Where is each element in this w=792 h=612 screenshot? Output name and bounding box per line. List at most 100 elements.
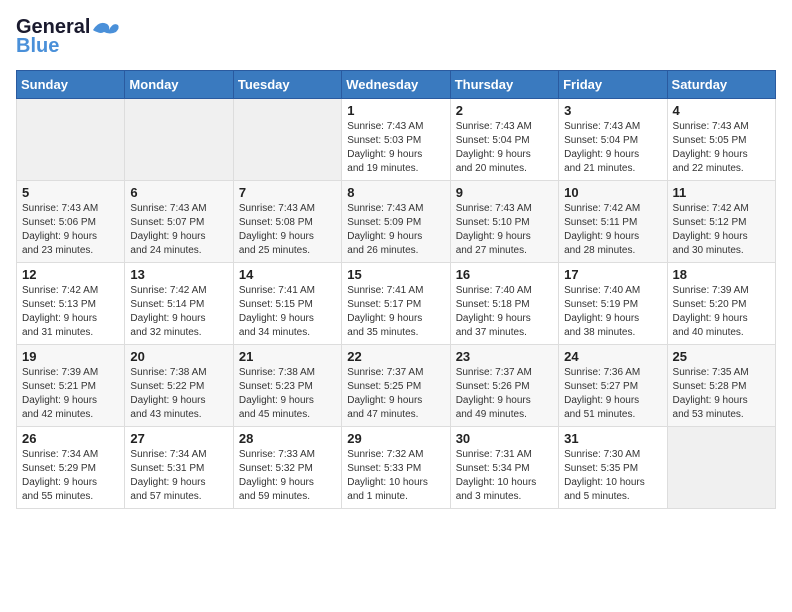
day-number: 17 [564,267,661,282]
day-number: 4 [673,103,770,118]
cell-content: Sunrise: 7:38 AM Sunset: 5:22 PM Dayligh… [130,366,227,422]
day-number: 20 [130,349,227,364]
calendar-cell: 11Sunrise: 7:42 AM Sunset: 5:12 PM Dayli… [667,181,775,263]
day-number: 10 [564,185,661,200]
day-number: 8 [347,185,444,200]
day-number: 6 [130,185,227,200]
day-number: 15 [347,267,444,282]
calendar-cell [233,99,341,181]
day-number: 27 [130,431,227,446]
cell-content: Sunrise: 7:43 AM Sunset: 5:07 PM Dayligh… [130,202,227,258]
cell-content: Sunrise: 7:43 AM Sunset: 5:04 PM Dayligh… [564,120,661,176]
cell-content: Sunrise: 7:31 AM Sunset: 5:34 PM Dayligh… [456,448,553,504]
calendar-cell: 23 Sunrise: 7:37 AM Sunset: 5:26 PM Dayli… [450,345,558,427]
day-number: 24 [564,349,661,364]
calendar-cell: 12 Sunrise: 7:42 AM Sunset: 5:13 PM Dayli… [17,263,125,345]
cell-content: Sunrise: 7:41 AM Sunset: 5:15 PM Dayligh… [239,284,336,340]
cell-content: Sunrise: 7:34 AM Sunset: 5:31 PM Dayligh… [130,448,227,504]
day-number: 30 [456,431,553,446]
cell-content: Sunrise: 7:36 AM Sunset: 5:27 PM Dayligh… [564,366,661,422]
calendar-cell: 28Sunrise: 7:33 AM Sunset: 5:32 PM Dayli… [233,427,341,509]
calendar-cell: 13Sunrise: 7:42 AM Sunset: 5:14 PM Dayli… [125,263,233,345]
day-number: 9 [456,185,553,200]
weekday-header-thursday: Thursday [450,71,558,99]
cell-content: Sunrise: 7:33 AM Sunset: 5:32 PM Dayligh… [239,448,336,504]
calendar-cell: 14 Sunrise: 7:41 AM Sunset: 5:15 PM Dayli… [233,263,341,345]
cell-content: Sunrise: 7:43 AM Sunset: 5:10 PM Dayligh… [456,202,553,258]
day-number: 19 [22,349,119,364]
calendar-cell: 31 Sunrise: 7:30 AM Sunset: 5:35 PM Dayli… [559,427,667,509]
cell-content: Sunrise: 7:41 AM Sunset: 5:17 PM Dayligh… [347,284,444,340]
calendar-cell: 7 Sunrise: 7:43 AM Sunset: 5:08 PM Daylig… [233,181,341,263]
cell-content: Sunrise: 7:37 AM Sunset: 5:25 PM Dayligh… [347,366,444,422]
weekday-header-friday: Friday [559,71,667,99]
day-number: 2 [456,103,553,118]
calendar-cell [17,99,125,181]
calendar-cell: 8 Sunrise: 7:43 AM Sunset: 5:09 PM Daylig… [342,181,450,263]
day-number: 1 [347,103,444,118]
calendar-cell: 4 Sunrise: 7:43 AM Sunset: 5:05 PM Daylig… [667,99,775,181]
cell-content: Sunrise: 7:43 AM Sunset: 5:04 PM Dayligh… [456,120,553,176]
cell-content: Sunrise: 7:39 AM Sunset: 5:21 PM Dayligh… [22,366,119,422]
calendar-week-1: 1Sunrise: 7:43 AM Sunset: 5:03 PM Daylig… [17,99,776,181]
calendar-table: SundayMondayTuesdayWednesdayThursdayFrid… [16,70,776,509]
weekday-header-sunday: Sunday [17,71,125,99]
day-number: 23 [456,349,553,364]
calendar-cell: 1Sunrise: 7:43 AM Sunset: 5:03 PM Daylig… [342,99,450,181]
weekday-header-wednesday: Wednesday [342,71,450,99]
cell-content: Sunrise: 7:35 AM Sunset: 5:28 PM Dayligh… [673,366,770,422]
calendar-cell: 6 Sunrise: 7:43 AM Sunset: 5:07 PM Daylig… [125,181,233,263]
day-number: 25 [673,349,770,364]
cell-content: Sunrise: 7:43 AM Sunset: 5:08 PM Dayligh… [239,202,336,258]
weekday-header-monday: Monday [125,71,233,99]
cell-content: Sunrise: 7:43 AM Sunset: 5:05 PM Dayligh… [673,120,770,176]
cell-content: Sunrise: 7:42 AM Sunset: 5:12 PM Dayligh… [673,202,770,258]
calendar-week-5: 26Sunrise: 7:34 AM Sunset: 5:29 PM Dayli… [17,427,776,509]
calendar-cell: 18 Sunrise: 7:39 AM Sunset: 5:20 PM Dayli… [667,263,775,345]
calendar-header-row: SundayMondayTuesdayWednesdayThursdayFrid… [17,71,776,99]
cell-content: Sunrise: 7:39 AM Sunset: 5:20 PM Dayligh… [673,284,770,340]
day-number: 7 [239,185,336,200]
calendar-cell: 15 Sunrise: 7:41 AM Sunset: 5:17 PM Dayli… [342,263,450,345]
day-number: 12 [22,267,119,282]
calendar-cell: 30 Sunrise: 7:31 AM Sunset: 5:34 PM Dayli… [450,427,558,509]
cell-content: Sunrise: 7:30 AM Sunset: 5:35 PM Dayligh… [564,448,661,504]
bird-logo-icon [92,19,120,37]
weekday-header-saturday: Saturday [667,71,775,99]
calendar-cell: 17 Sunrise: 7:40 AM Sunset: 5:19 PM Dayli… [559,263,667,345]
calendar-cell: 16 Sunrise: 7:40 AM Sunset: 5:18 PM Dayli… [450,263,558,345]
cell-content: Sunrise: 7:43 AM Sunset: 5:09 PM Dayligh… [347,202,444,258]
cell-content: Sunrise: 7:37 AM Sunset: 5:26 PM Dayligh… [456,366,553,422]
cell-content: Sunrise: 7:40 AM Sunset: 5:18 PM Dayligh… [456,284,553,340]
day-number: 29 [347,431,444,446]
calendar-week-3: 12 Sunrise: 7:42 AM Sunset: 5:13 PM Dayli… [17,263,776,345]
cell-content: Sunrise: 7:32 AM Sunset: 5:33 PM Dayligh… [347,448,444,504]
day-number: 18 [673,267,770,282]
cell-content: Sunrise: 7:42 AM Sunset: 5:13 PM Dayligh… [22,284,119,340]
calendar-cell: 3Sunrise: 7:43 AM Sunset: 5:04 PM Daylig… [559,99,667,181]
cell-content: Sunrise: 7:42 AM Sunset: 5:11 PM Dayligh… [564,202,661,258]
calendar-cell: 27 Sunrise: 7:34 AM Sunset: 5:31 PM Dayli… [125,427,233,509]
day-number: 22 [347,349,444,364]
day-number: 16 [456,267,553,282]
day-number: 13 [130,267,227,282]
day-number: 21 [239,349,336,364]
calendar-cell [667,427,775,509]
day-number: 26 [22,431,119,446]
day-number: 5 [22,185,119,200]
calendar-cell: 24 Sunrise: 7:36 AM Sunset: 5:27 PM Dayli… [559,345,667,427]
cell-content: Sunrise: 7:43 AM Sunset: 5:06 PM Dayligh… [22,202,119,258]
day-number: 31 [564,431,661,446]
calendar-cell: 2 Sunrise: 7:43 AM Sunset: 5:04 PM Daylig… [450,99,558,181]
logo: General Blue [16,16,120,58]
calendar-cell: 20 Sunrise: 7:38 AM Sunset: 5:22 PM Dayli… [125,345,233,427]
cell-content: Sunrise: 7:40 AM Sunset: 5:19 PM Dayligh… [564,284,661,340]
calendar-cell: 22 Sunrise: 7:37 AM Sunset: 5:25 PM Dayli… [342,345,450,427]
calendar-cell [125,99,233,181]
cell-content: Sunrise: 7:38 AM Sunset: 5:23 PM Dayligh… [239,366,336,422]
calendar-cell: 5 Sunrise: 7:43 AM Sunset: 5:06 PM Daylig… [17,181,125,263]
calendar-cell: 19 Sunrise: 7:39 AM Sunset: 5:21 PM Dayli… [17,345,125,427]
page-header: General Blue [16,16,776,58]
calendar-cell: 21 Sunrise: 7:38 AM Sunset: 5:23 PM Dayli… [233,345,341,427]
day-number: 14 [239,267,336,282]
